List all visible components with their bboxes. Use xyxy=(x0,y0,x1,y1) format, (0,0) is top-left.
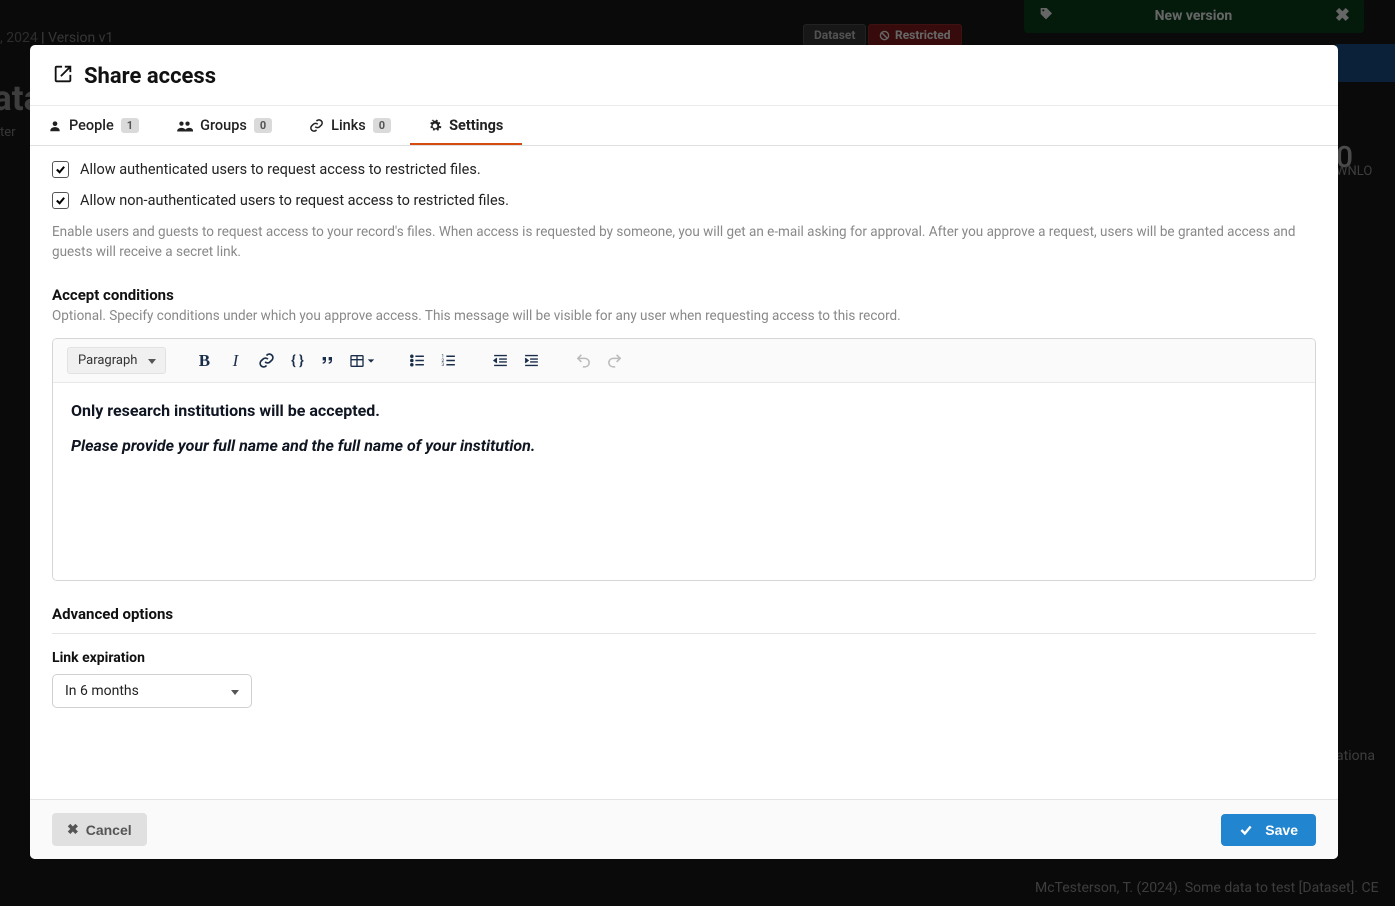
close-icon: ✖ xyxy=(67,821,79,838)
gear-icon xyxy=(428,119,442,133)
share-icon xyxy=(52,63,74,89)
allow-authenticated-checkbox[interactable] xyxy=(52,161,69,178)
editor-toolbar: Paragraph B I { } xyxy=(53,339,1315,383)
share-access-modal: Share access People 1 Groups 0 Links 0 S… xyxy=(30,45,1338,859)
indent-button[interactable] xyxy=(518,348,544,374)
tab-label: Links xyxy=(331,117,366,134)
tab-label: Groups xyxy=(200,117,247,134)
format-dropdown[interactable]: Paragraph xyxy=(67,347,166,374)
tab-groups[interactable]: Groups 0 xyxy=(158,106,291,145)
accept-conditions-heading: Accept conditions xyxy=(52,286,1316,304)
access-help-text: Enable users and guests to request acces… xyxy=(52,223,1316,262)
numbered-list-button[interactable]: 123 xyxy=(435,348,461,374)
group-icon xyxy=(176,119,193,133)
modal-footer: ✖ Cancel Save xyxy=(30,799,1338,859)
accept-conditions-subtext: Optional. Specify conditions under which… xyxy=(52,308,1316,324)
link-expiration-select[interactable]: In 6 months xyxy=(52,674,252,708)
allow-guest-checkbox[interactable] xyxy=(52,192,69,209)
tab-count-badge: 0 xyxy=(373,118,391,133)
editor-line-1: Only research institutions will be accep… xyxy=(71,401,1297,420)
allow-authenticated-label: Allow authenticated users to request acc… xyxy=(80,161,481,178)
bold-button[interactable]: B xyxy=(191,348,217,374)
save-button[interactable]: Save xyxy=(1221,814,1316,846)
check-icon xyxy=(1239,823,1253,837)
code-button[interactable]: { } xyxy=(284,348,310,374)
link-button[interactable] xyxy=(253,348,279,374)
modal-title: Share access xyxy=(84,64,216,89)
modal-tabs: People 1 Groups 0 Links 0 Settings xyxy=(30,106,1338,146)
undo-button[interactable] xyxy=(570,348,596,374)
cancel-button[interactable]: ✖ Cancel xyxy=(52,813,147,846)
editor-content[interactable]: Only research institutions will be accep… xyxy=(53,383,1315,580)
modal-header: Share access xyxy=(30,45,1338,106)
divider xyxy=(52,633,1316,634)
link-expiration-label: Link expiration xyxy=(52,650,1316,666)
allow-authenticated-row: Allow authenticated users to request acc… xyxy=(52,161,1316,178)
svg-text:3: 3 xyxy=(441,362,444,368)
tab-people[interactable]: People 1 xyxy=(30,106,158,145)
allow-guest-row: Allow non-authenticated users to request… xyxy=(52,192,1316,209)
tab-label: Settings xyxy=(449,117,503,134)
tab-settings[interactable]: Settings xyxy=(410,106,522,145)
table-button[interactable] xyxy=(346,348,378,374)
quote-button[interactable] xyxy=(315,348,341,374)
outdent-button[interactable] xyxy=(487,348,513,374)
chevron-down-icon xyxy=(367,357,375,365)
tab-count-badge: 1 xyxy=(121,118,139,133)
editor-line-2: Please provide your full name and the fu… xyxy=(71,436,1297,455)
tab-count-badge: 0 xyxy=(254,118,272,133)
tab-links[interactable]: Links 0 xyxy=(291,106,410,145)
person-icon xyxy=(48,119,62,133)
advanced-options-heading: Advanced options xyxy=(52,605,1316,623)
modal-body: Allow authenticated users to request acc… xyxy=(30,146,1338,799)
redo-button[interactable] xyxy=(601,348,627,374)
link-icon xyxy=(309,118,324,133)
tab-label: People xyxy=(69,117,114,134)
italic-button[interactable]: I xyxy=(222,348,248,374)
bullet-list-button[interactable] xyxy=(404,348,430,374)
allow-guest-label: Allow non-authenticated users to request… xyxy=(80,192,509,209)
conditions-editor: Paragraph B I { } xyxy=(52,338,1316,581)
